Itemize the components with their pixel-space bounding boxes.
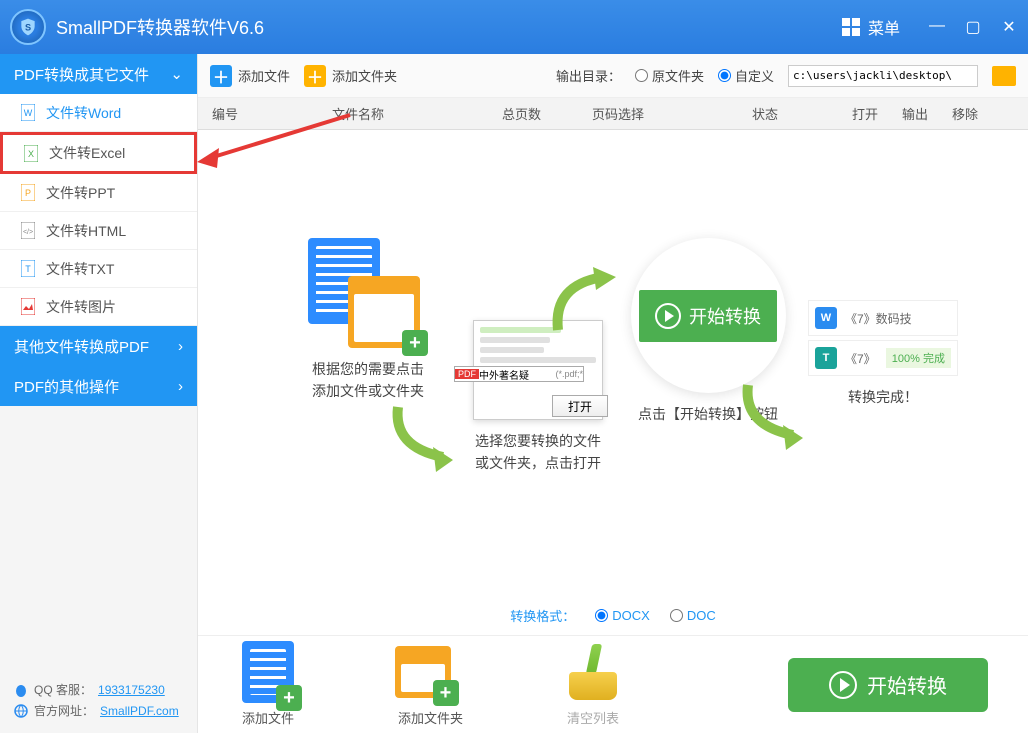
start-convert-button[interactable]: 开始转换 [788, 658, 988, 712]
add-file-action[interactable]: + 添加文件 [238, 642, 298, 727]
sidebar-item-ppt[interactable]: P 文件转PPT [0, 174, 197, 212]
browse-folder-button[interactable] [992, 66, 1016, 86]
menu-button[interactable]: 菜单 [842, 15, 900, 39]
folder-icon: + [348, 276, 420, 348]
svg-text:T: T [25, 264, 31, 274]
app-logo: S [10, 9, 46, 45]
main-panel: ＋添加文件 ＋添加文件夹 输出目录： 原文件夹 自定义 编号 文件名称 总页数 … [198, 54, 1028, 733]
chevron-right-icon: › [178, 378, 183, 395]
result-row: W《7》数码技 [808, 300, 958, 336]
sidebar: PDF转换成其它文件 ⌄ W 文件转Word X 文件转Excel P 文件转P… [0, 54, 198, 733]
table-header: 编号 文件名称 总页数 页码选择 状态 打开 输出 移除 [198, 98, 1028, 130]
minimize-button[interactable]: ― [928, 17, 946, 37]
radio-original-folder[interactable]: 原文件夹 [635, 66, 704, 85]
col-pages: 总页数 [502, 104, 592, 123]
col-output: 输出 [902, 104, 952, 123]
site-link[interactable]: SmallPDF.com [100, 704, 179, 718]
maximize-button[interactable]: ▢ [964, 17, 982, 37]
svg-text:P: P [25, 188, 31, 198]
output-path-input[interactable] [788, 65, 978, 87]
svg-text:S: S [25, 22, 31, 32]
ppt-icon: P [20, 184, 36, 202]
globe-icon [14, 704, 28, 718]
titlebar: S SmallPDF转换器软件V6.6 菜单 ― ▢ ✕ [0, 0, 1028, 54]
sidebar-item-txt[interactable]: T 文件转TXT [0, 250, 197, 288]
col-filename: 文件名称 [332, 104, 502, 123]
sidebar-item-image[interactable]: 文件转图片 [0, 288, 197, 326]
start-convert-mock: 开始转换 [639, 290, 777, 342]
sidebar-section-pdf-other[interactable]: PDF的其他操作 › [0, 366, 197, 406]
tutorial-stage: + + 根据您的需要点击 添加文件或文件夹 PDF中外著名疑(*.pdf;* 打… [198, 130, 1028, 595]
step-done: W《7》数码技 T《7》100% 完成 转换完成！ [773, 300, 993, 408]
chevron-right-icon: › [178, 338, 183, 355]
plus-icon: ＋ [210, 65, 232, 87]
play-icon [655, 303, 681, 329]
svg-text:W: W [24, 108, 33, 118]
step2-caption: 选择您要转换的文件 或文件夹，点击打开 [428, 430, 648, 475]
sidebar-section-convert-to-pdf[interactable]: 其他文件转换成PDF › [0, 326, 197, 366]
sidebar-section-convert-from-pdf[interactable]: PDF转换成其它文件 ⌄ [0, 54, 197, 94]
svg-text:X: X [28, 149, 34, 159]
col-status: 状态 [752, 104, 852, 123]
format-label: 转换格式： [510, 606, 575, 625]
col-number: 编号 [212, 104, 332, 123]
svg-text:</>: </> [23, 229, 33, 236]
qq-link[interactable]: 1933175230 [98, 683, 165, 697]
chevron-down-icon: ⌄ [170, 65, 183, 83]
html-icon: </> [20, 222, 36, 240]
step4-caption: 转换完成！ [773, 386, 993, 408]
broom-icon [569, 644, 617, 700]
clear-list-action[interactable]: 清空列表 [563, 642, 623, 727]
image-icon [20, 298, 36, 316]
output-dir-label: 输出目录： [556, 66, 621, 85]
col-remove: 移除 [952, 104, 1002, 123]
shield-icon: S [18, 17, 38, 37]
add-folder-button[interactable]: ＋添加文件夹 [304, 65, 397, 87]
excel-icon: X [23, 144, 39, 162]
col-range: 页码选择 [592, 104, 752, 123]
add-file-button[interactable]: ＋添加文件 [210, 65, 290, 87]
qq-icon [14, 683, 28, 697]
sidebar-item-html[interactable]: </> 文件转HTML [0, 212, 197, 250]
folder-plus-icon: ＋ [304, 65, 326, 87]
radio-custom-folder[interactable]: 自定义 [718, 66, 774, 85]
dialog-mock: PDF中外著名疑(*.pdf;* 打开 [473, 320, 603, 420]
grid-icon [842, 18, 860, 36]
format-bar: 转换格式： DOCX DOC [198, 595, 1028, 635]
sidebar-footer: QQ 客服： 1933175230 官方网址： SmallPDF.com [0, 671, 197, 733]
word-icon: W [20, 104, 36, 122]
play-icon [829, 671, 857, 699]
radio-docx[interactable]: DOCX [595, 608, 650, 623]
bottom-actions: + 添加文件 + 添加文件夹 清空列表 开始转换 [198, 635, 1028, 733]
radio-doc[interactable]: DOC [670, 608, 716, 623]
txt-icon: T [20, 260, 36, 278]
toolbar: ＋添加文件 ＋添加文件夹 输出目录： 原文件夹 自定义 [198, 54, 1028, 98]
app-title: SmallPDF转换器软件V6.6 [56, 14, 842, 40]
col-open: 打开 [852, 104, 902, 123]
sidebar-item-excel[interactable]: X 文件转Excel [0, 132, 197, 174]
menu-label: 菜单 [868, 15, 900, 39]
result-row: T《7》100% 完成 [808, 340, 958, 376]
close-button[interactable]: ✕ [1000, 17, 1018, 37]
sidebar-item-word[interactable]: W 文件转Word [0, 94, 197, 132]
add-folder-action[interactable]: + 添加文件夹 [398, 642, 463, 727]
